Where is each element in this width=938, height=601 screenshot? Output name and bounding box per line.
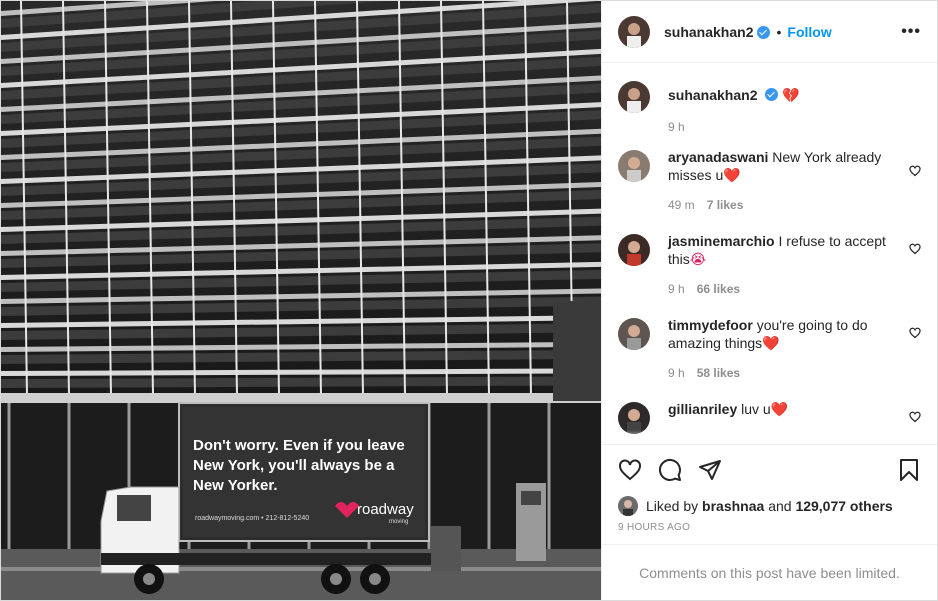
comment-username[interactable]: aryanadaswani [668, 149, 768, 165]
comment-likes[interactable]: 66 likes [697, 282, 740, 296]
follow-button[interactable]: Follow [787, 24, 831, 40]
post-header: suhanakhan2 • Follow ••• [602, 1, 937, 63]
comment: aryanadaswani New York already misses u❤… [618, 134, 921, 212]
truck-headline-3: New Yorker. [193, 477, 278, 494]
heart-icon[interactable] [614, 454, 646, 486]
comment-username[interactable]: timmydefoor [668, 317, 753, 333]
share-icon[interactable] [694, 454, 726, 486]
verified-badge-icon [757, 26, 771, 39]
post-photo[interactable]: Don't worry. Even if you leave New York,… [1, 1, 601, 600]
avatar[interactable] [618, 150, 650, 182]
separator-dot: • [776, 23, 782, 40]
avatar[interactable] [618, 318, 650, 350]
scroll-fade [602, 430, 937, 444]
comment-emoji: 😭 [689, 251, 707, 267]
heart-icon[interactable] [909, 410, 921, 423]
comment-text: luv u [741, 401, 771, 417]
avatar[interactable] [618, 234, 650, 266]
header-username[interactable]: suhanakhan2 [664, 24, 753, 40]
post-side-panel: suhanakhan2 • Follow ••• suhanakhan2 💔 9… [601, 1, 937, 600]
comment-time: 9 h [668, 366, 685, 380]
heart-icon[interactable] [909, 326, 921, 339]
comment-likes[interactable]: 7 likes [707, 198, 744, 212]
bookmark-icon[interactable] [893, 454, 925, 486]
more-horizontal-icon[interactable]: ••• [901, 23, 921, 41]
truck-brand-sub: moving [389, 519, 408, 525]
liked-connector: and [768, 498, 792, 514]
liked-user[interactable]: brashnaa [702, 498, 764, 514]
comment-username[interactable]: jasminemarchio [668, 233, 775, 249]
comment-time: 9 h [668, 282, 685, 296]
liked-by: Liked by brashnaa and 129,077 others [602, 494, 937, 518]
comments-limited-notice: Comments on this post have been limited. [602, 544, 937, 600]
caption: suhanakhan2 💔 9 h [618, 63, 921, 134]
instagram-post: Don't worry. Even if you leave New York,… [0, 0, 938, 601]
comment-username[interactable]: gillianriley [668, 401, 737, 417]
comment-emoji: ❤️ [770, 401, 789, 417]
comment-likes[interactable]: 58 likes [697, 366, 740, 380]
truck-url: roadwaymoving.com • 212-812-5240 [195, 515, 309, 522]
comment-emoji: ❤️ [723, 167, 741, 183]
action-bar [602, 444, 937, 494]
truck-brand: roadway [357, 501, 414, 518]
comments-list[interactable]: suhanakhan2 💔 9 h aryanadaswani New York… [602, 63, 937, 444]
truck-headline-2: New York, you'll always be a [193, 457, 395, 474]
avatar[interactable] [618, 496, 638, 516]
avatar[interactable] [618, 15, 650, 48]
caption-username[interactable]: suhanakhan2 [668, 87, 757, 103]
caption-text: 💔 [782, 87, 800, 103]
comment: jasminemarchio I refuse to accept this😭 9… [618, 212, 921, 296]
heart-icon[interactable] [909, 242, 921, 255]
liked-prefix: Liked by [646, 498, 699, 514]
likes-count[interactable]: 129,077 others [795, 498, 892, 514]
post-timestamp[interactable]: 9 HOURS AGO [602, 518, 937, 544]
verified-badge-icon [765, 88, 779, 101]
comment-emoji: ❤️ [762, 335, 780, 351]
heart-icon[interactable] [909, 164, 921, 177]
avatar[interactable] [618, 81, 650, 113]
truck-headline-1: Don't worry. Even if you leave [193, 437, 405, 454]
scaffold-building-image: Don't worry. Even if you leave New York,… [1, 1, 601, 600]
comment: timmydefoor you're going to do amazing t… [618, 296, 921, 380]
comment-time: 49 m [668, 198, 695, 212]
comment-icon[interactable] [654, 454, 686, 486]
caption-time: 9 h [668, 120, 685, 134]
